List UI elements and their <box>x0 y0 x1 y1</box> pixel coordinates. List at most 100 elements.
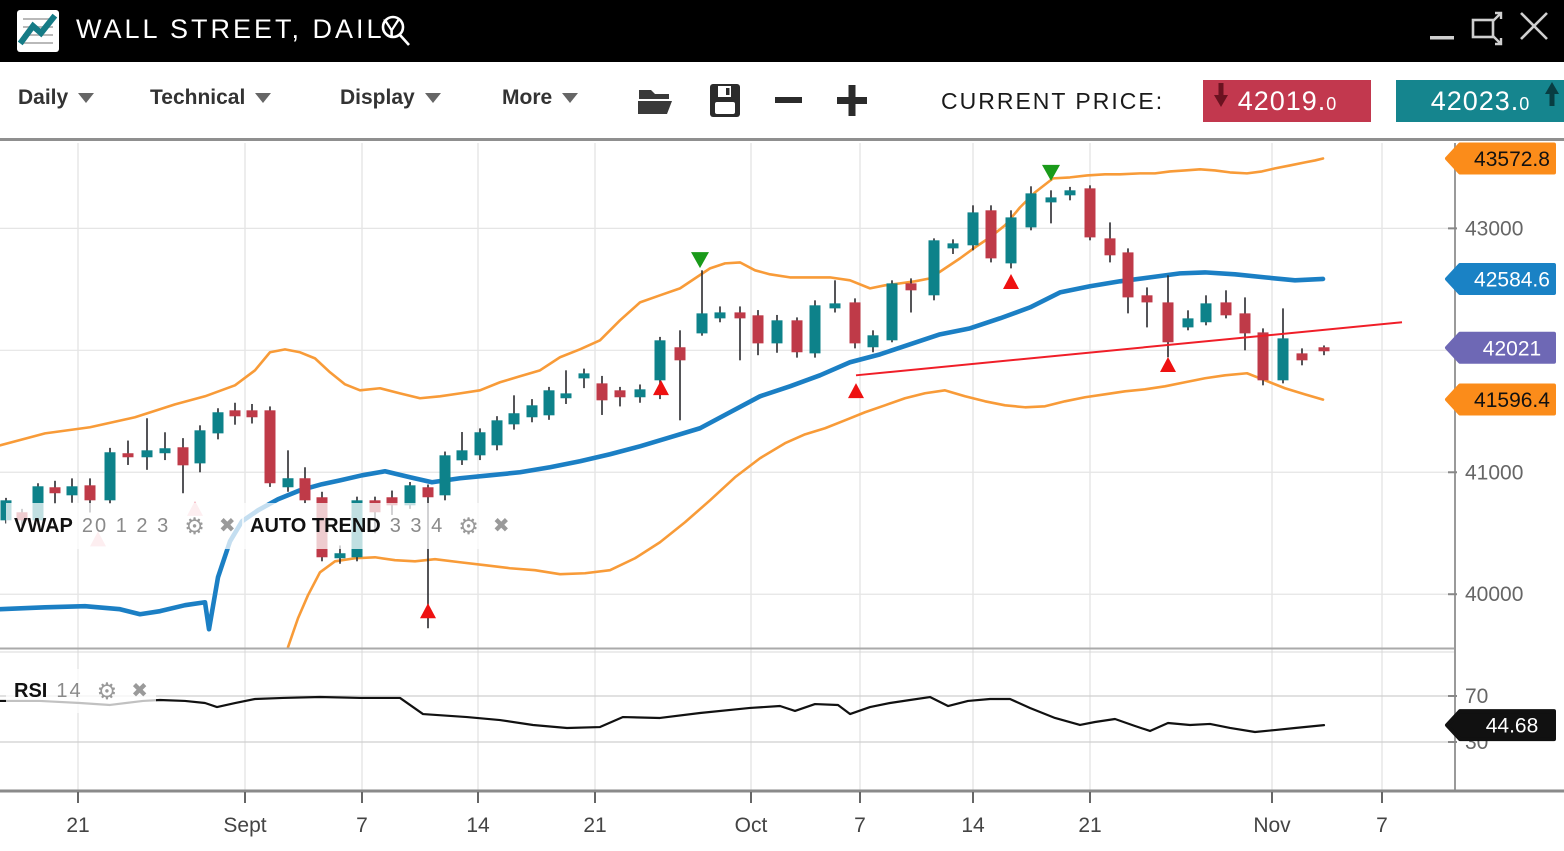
menu-timeframe[interactable]: Daily <box>18 86 94 110</box>
candle <box>160 448 171 453</box>
candle <box>335 553 346 558</box>
candle <box>655 340 666 380</box>
arrow-up-icon <box>1544 81 1560 107</box>
x-axis-label: 7 <box>1376 814 1388 837</box>
candle <box>67 486 78 495</box>
chevron-down-icon <box>562 93 578 103</box>
candle <box>968 212 979 245</box>
candle <box>509 413 520 424</box>
close-icon[interactable] <box>1514 0 1554 62</box>
auto-trend-remove-icon[interactable]: ✖ <box>493 516 510 536</box>
candle <box>265 410 276 483</box>
candle <box>735 312 746 318</box>
candle <box>830 303 841 308</box>
auto-trend-name: AUTO TREND <box>250 515 381 538</box>
candle <box>300 478 311 500</box>
buy-price-badge[interactable]: 42023.0 <box>1396 80 1564 122</box>
candle <box>887 283 898 340</box>
candle <box>544 390 555 415</box>
candle <box>675 347 686 360</box>
x-axis-label: Nov <box>1253 814 1291 837</box>
candle <box>423 487 434 497</box>
toolbar: Daily Technical Display More CURRENT PRI… <box>0 62 1564 141</box>
search-icon[interactable] <box>378 12 414 50</box>
rsi-name: RSI <box>14 680 47 703</box>
sell-price-badge[interactable]: 42019.0 <box>1203 80 1371 122</box>
zoom-out-icon[interactable] <box>772 80 806 120</box>
chart-app-icon <box>16 9 60 53</box>
menu-technical[interactable]: Technical <box>150 86 271 110</box>
candle <box>475 432 486 455</box>
candle <box>697 313 708 333</box>
chevron-down-icon <box>425 93 441 103</box>
auto-trend-params: 3 3 4 <box>390 515 444 538</box>
open-layout-icon[interactable] <box>636 80 674 120</box>
candle <box>561 393 572 398</box>
vwap-params: 20 1 2 3 <box>82 515 170 538</box>
price-badge-value: 42584.6 <box>1474 269 1550 292</box>
candle <box>1278 338 1289 380</box>
candle <box>142 450 153 457</box>
candle <box>579 373 590 378</box>
auto-trend-indicator-label: AUTO TREND 3 3 4 ⚙ ✖ <box>242 503 518 549</box>
candle <box>457 450 468 460</box>
candle <box>105 452 116 500</box>
title-bar: WALL STREET, DAILY <box>0 0 1564 62</box>
popout-icon[interactable] <box>1466 0 1506 62</box>
candle <box>850 302 861 343</box>
candle <box>50 487 61 493</box>
candle <box>1319 347 1330 351</box>
candle <box>597 383 608 400</box>
zoom-in-icon[interactable] <box>834 80 870 120</box>
candle <box>1123 252 1134 297</box>
rsi-remove-icon[interactable]: ✖ <box>131 681 148 701</box>
candle <box>1085 188 1096 237</box>
candle <box>440 455 451 495</box>
candle <box>527 405 538 417</box>
price-badge-value: 44.68 <box>1486 715 1539 738</box>
candle <box>283 478 294 487</box>
candle <box>1258 332 1269 380</box>
price-tick-label: 41000 <box>1465 461 1523 484</box>
vwap-remove-icon[interactable]: ✖ <box>219 516 236 536</box>
candle <box>906 283 917 290</box>
save-layout-icon[interactable] <box>708 80 742 120</box>
x-axis-label: 7 <box>854 814 866 837</box>
candle <box>1065 190 1076 195</box>
chart-area[interactable]: 21Sept71421Oct71421Nov743000410004000070… <box>0 141 1564 846</box>
price-badge-value: 42021 <box>1483 337 1541 360</box>
minimize-icon[interactable] <box>1424 0 1460 62</box>
candle <box>753 315 764 343</box>
candle <box>1297 353 1308 360</box>
candle <box>1142 295 1153 302</box>
candle <box>1201 303 1212 322</box>
candle <box>615 390 626 397</box>
candle <box>1046 197 1057 202</box>
candle <box>810 305 821 353</box>
price-tick-label: 43000 <box>1465 217 1523 240</box>
price-badge-value: 43572.8 <box>1474 148 1550 171</box>
candle <box>195 430 206 463</box>
candle <box>1026 193 1037 227</box>
x-axis-label: 21 <box>583 814 606 837</box>
auto-trend-settings-gear-icon[interactable]: ⚙ <box>458 515 479 538</box>
current-price-label: CURRENT PRICE: <box>941 88 1164 115</box>
rsi-settings-gear-icon[interactable]: ⚙ <box>97 680 118 703</box>
chevron-down-icon <box>78 93 94 103</box>
x-axis-label: 7 <box>356 814 368 837</box>
menu-more[interactable]: More <box>502 86 578 110</box>
rsi-indicator-label: RSI 14 ⚙ ✖ <box>6 669 156 713</box>
vwap-settings-gear-icon[interactable]: ⚙ <box>184 515 205 538</box>
candle <box>1105 238 1116 255</box>
candle <box>929 240 940 295</box>
candle <box>635 389 646 397</box>
price-chart[interactable]: 21Sept71421Oct71421Nov743000410004000070… <box>0 141 1564 846</box>
rsi-params: 14 <box>56 680 82 703</box>
x-axis-label: Sept <box>223 814 266 837</box>
price-badge-value: 41596.4 <box>1474 389 1550 412</box>
vwap-name: VWAP <box>14 515 73 538</box>
candle <box>1163 302 1174 342</box>
candle <box>178 447 189 465</box>
candle <box>1183 318 1194 327</box>
menu-display[interactable]: Display <box>340 86 441 110</box>
